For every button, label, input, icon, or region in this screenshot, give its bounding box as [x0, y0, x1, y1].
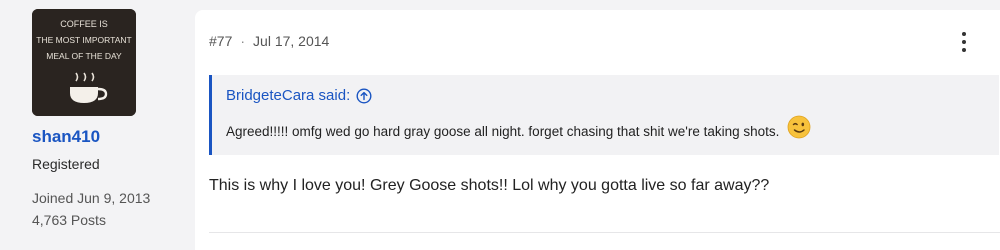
post-divider: [209, 232, 1000, 233]
quote-text-row: Agreed!!!!! omfg wed go hard gray goose …: [226, 115, 811, 139]
avatar-line-1: COFFEE IS: [60, 19, 108, 29]
arrow-up-circle-icon[interactable]: [356, 87, 372, 104]
vertical-ellipsis-icon: [962, 32, 966, 36]
more-options-button[interactable]: [958, 30, 970, 54]
avatar[interactable]: COFFEE IS THE MOST IMPORTANT MEAL OF THE…: [32, 9, 136, 116]
post-card: #77 · Jul 17, 2014 BridgeteCara said: Agre…: [195, 10, 1000, 250]
user-info-panel: COFFEE IS THE MOST IMPORTANT MEAL OF THE…: [0, 0, 195, 242]
winking-face-emoji: [788, 115, 811, 139]
quote-author-link[interactable]: BridgeteCara said:: [226, 87, 372, 104]
user-role: Registered: [32, 156, 100, 172]
coffee-cup-icon: [70, 87, 98, 103]
quote-block: BridgeteCara said: Agreed!!!!! omfg wed …: [209, 75, 999, 155]
quote-text: Agreed!!!!! omfg wed go hard gray goose …: [226, 123, 780, 139]
join-date: Joined Jun 9, 2013: [32, 190, 151, 206]
post-body-text: This is why I love you! Grey Goose shots…: [209, 177, 770, 194]
post-count: 4,763 Posts: [32, 212, 106, 228]
post-date[interactable]: Jul 17, 2014: [253, 33, 329, 49]
post-number-link[interactable]: #77: [209, 33, 232, 49]
quote-author-name: BridgeteCara said:: [226, 87, 351, 104]
username-link[interactable]: shan410: [32, 127, 100, 147]
meta-separator: ·: [240, 33, 246, 49]
avatar-line-2: THE MOST IMPORTANT: [36, 35, 131, 45]
post-meta: #77 · Jul 17, 2014: [209, 33, 329, 49]
avatar-line-3: MEAL OF THE DAY: [46, 51, 122, 61]
coffee-avatar-image: COFFEE IS THE MOST IMPORTANT MEAL OF THE…: [32, 9, 136, 116]
